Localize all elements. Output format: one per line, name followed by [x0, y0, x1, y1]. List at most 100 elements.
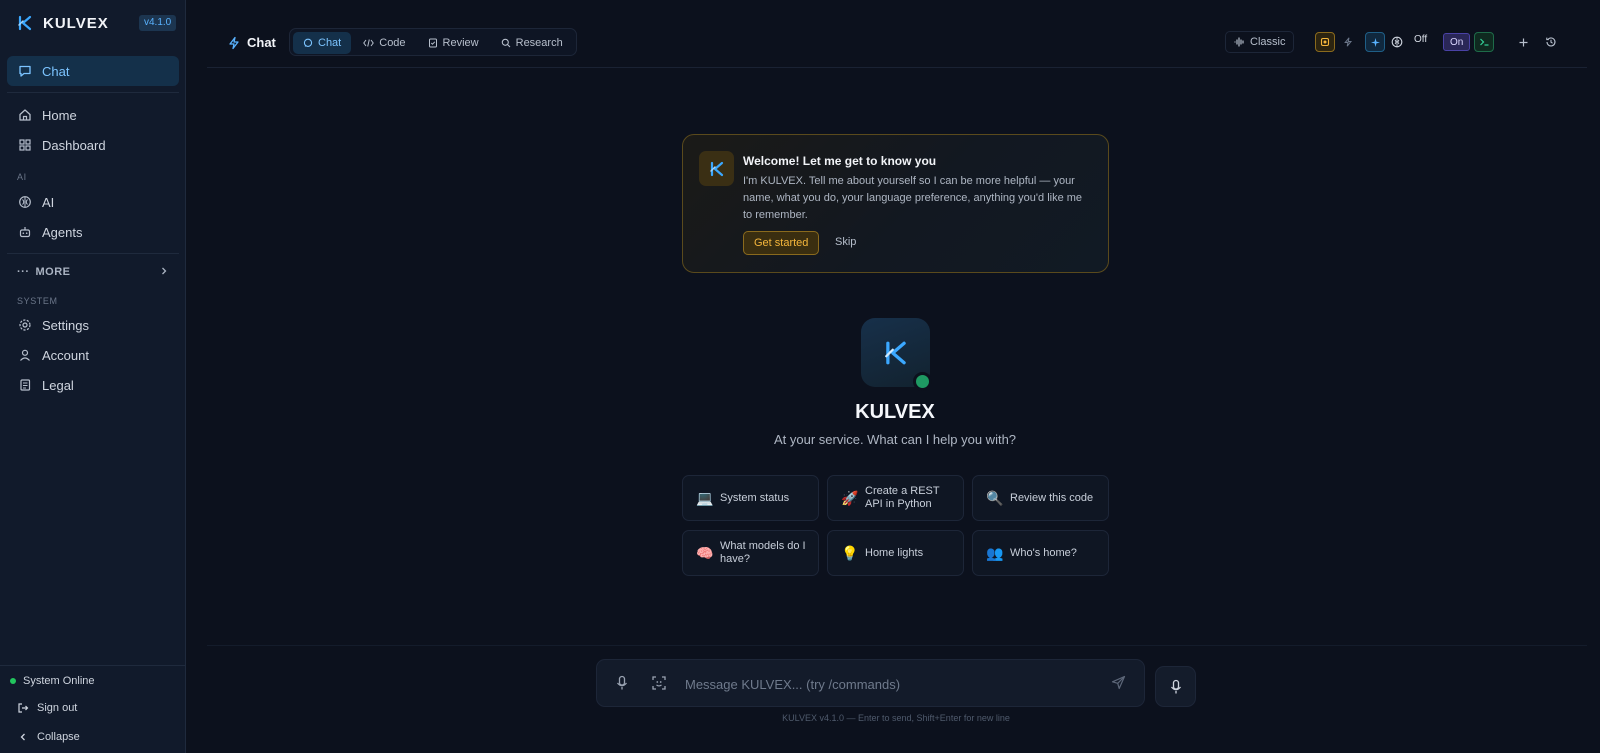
- waveform-icon: [1234, 37, 1245, 47]
- gear-icon: [17, 317, 33, 333]
- more-dots-icon: ···: [17, 266, 30, 278]
- sidebar-item-label: Legal: [42, 377, 74, 393]
- tab-label: Research: [515, 37, 563, 49]
- terminal-button[interactable]: [1474, 32, 1494, 52]
- suggestion-system-status[interactable]: 💻 System status: [682, 475, 819, 521]
- dictate-button[interactable]: [615, 675, 629, 691]
- sidebar-more-toggle[interactable]: ··· MORE: [17, 265, 169, 279]
- ai-brain-icon: [17, 194, 33, 210]
- brain-toggle-button[interactable]: [1387, 32, 1407, 52]
- suggestion-label: System status: [720, 491, 790, 504]
- record-toggle-button[interactable]: [1315, 32, 1335, 52]
- message-composer: [596, 659, 1145, 707]
- hero-title: KULVEX: [855, 401, 935, 423]
- suggestion-label: Who's home?: [1010, 546, 1077, 559]
- chat-bubble-icon: [17, 63, 33, 79]
- sidebar-item-chat[interactable]: Chat: [7, 56, 179, 86]
- on-toggle-badge[interactable]: On: [1443, 33, 1471, 51]
- suggestion-models[interactable]: 🧠 What models do I have?: [682, 530, 819, 576]
- file-check-icon: [428, 38, 438, 48]
- terminal-icon: [1479, 37, 1490, 47]
- system-status-text: System Online: [23, 675, 95, 687]
- brand[interactable]: KULVEX: [16, 12, 109, 34]
- lightning-icon: [227, 36, 241, 50]
- suggestion-home-lights[interactable]: 💡 Home lights: [827, 530, 964, 576]
- sign-out-label: Sign out: [37, 702, 78, 714]
- suggestion-rest-api[interactable]: 🚀 Create a REST API in Python: [827, 475, 964, 521]
- kulvex-logo-icon: [883, 340, 909, 366]
- off-toggle-label[interactable]: Off: [1414, 34, 1427, 45]
- kulvex-logo-icon: [709, 161, 725, 177]
- section-label-system: SYSTEM: [17, 296, 58, 306]
- sidebar-item-settings[interactable]: Settings: [7, 310, 179, 340]
- sidebar-item-home[interactable]: Home: [7, 100, 179, 130]
- brain-icon: 🧠: [696, 544, 714, 561]
- suggestion-whos-home[interactable]: 👥 Who's home?: [972, 530, 1109, 576]
- composer-divider: [207, 645, 1587, 646]
- classic-mode-button[interactable]: Classic: [1225, 31, 1295, 53]
- sidebar-item-label: Home: [42, 107, 77, 123]
- dashboard-grid-icon: [17, 137, 33, 153]
- suggestion-label: Review this code: [1010, 491, 1094, 504]
- suggestion-label: Home lights: [865, 546, 924, 559]
- tab-research[interactable]: Research: [491, 32, 573, 54]
- sign-out-button[interactable]: Sign out: [17, 702, 77, 714]
- sidebar-item-dashboard[interactable]: Dashboard: [7, 130, 179, 160]
- home-icon: [17, 107, 33, 123]
- page-title: Chat: [227, 35, 276, 50]
- mode-tabs: Chat Code Review Research: [289, 28, 577, 56]
- sidebar-item-label: Dashboard: [42, 137, 106, 153]
- sparkle-icon: [1370, 37, 1381, 48]
- tab-label: Chat: [318, 37, 342, 49]
- collapse-sidebar-button[interactable]: Collapse: [17, 731, 80, 743]
- sign-out-icon: [17, 702, 29, 714]
- sparkle-tool-button[interactable]: [1365, 32, 1385, 52]
- kulvex-logo-icon: [16, 14, 34, 32]
- send-button[interactable]: [1111, 675, 1126, 690]
- scan-icon: [651, 675, 667, 691]
- sidebar-item-account[interactable]: Account: [7, 340, 179, 370]
- suggestion-label: What models do I have?: [720, 540, 806, 565]
- microphone-icon: [1169, 679, 1183, 695]
- chat-bubble-icon: [303, 38, 313, 48]
- page-title-text: Chat: [247, 35, 276, 50]
- plus-icon: [1518, 37, 1529, 48]
- online-status-dot: [913, 372, 932, 391]
- online-dot-icon: [10, 678, 16, 684]
- code-icon: [363, 38, 375, 48]
- get-started-button[interactable]: Get started: [743, 231, 820, 255]
- sidebar-divider: [0, 665, 186, 666]
- top-bar: Chat Chat Code Review Research Classic O…: [207, 20, 1587, 68]
- suggestion-review-code[interactable]: 🔍 Review this code: [972, 475, 1109, 521]
- magnifier-icon: 🔍: [986, 489, 1004, 506]
- new-chat-button[interactable]: [1513, 32, 1533, 52]
- welcome-description: I'm KULVEX. Tell me about yourself so I …: [743, 175, 1083, 221]
- sidebar-item-agents[interactable]: Agents: [7, 217, 179, 247]
- sidebar-item-label: AI: [42, 194, 55, 210]
- quick-mode-button[interactable]: [1338, 32, 1358, 52]
- tab-chat[interactable]: Chat: [293, 32, 352, 54]
- tab-code[interactable]: Code: [353, 32, 415, 54]
- message-input[interactable]: [685, 673, 1095, 695]
- search-icon: [501, 38, 511, 48]
- record-icon: [1320, 37, 1330, 47]
- tab-review[interactable]: Review: [418, 32, 489, 54]
- history-button[interactable]: [1541, 32, 1561, 52]
- sidebar-item-label: Chat: [42, 63, 70, 79]
- sidebar-item-legal[interactable]: Legal: [7, 370, 179, 400]
- rocket-icon: 🚀: [841, 489, 859, 506]
- sidebar-item-label: Settings: [42, 317, 89, 333]
- suggestion-label: Create a REST API in Python: [865, 485, 940, 510]
- laptop-icon: 💻: [696, 489, 714, 506]
- sidebar: KULVEX v4.1.0 Chat Home Dashboard AI AI …: [0, 0, 186, 753]
- voice-mode-button[interactable]: [1155, 666, 1196, 707]
- sidebar-item-ai[interactable]: AI: [7, 187, 179, 217]
- welcome-title: Welcome! Let me get to know you: [743, 154, 937, 168]
- user-icon: [17, 347, 33, 363]
- skip-button[interactable]: Skip: [835, 236, 856, 248]
- screen-capture-button[interactable]: [651, 675, 667, 691]
- tab-label: Code: [379, 37, 406, 49]
- sidebar-item-label: Account: [42, 347, 89, 363]
- people-icon: 👥: [986, 544, 1004, 561]
- robot-icon: [17, 224, 33, 240]
